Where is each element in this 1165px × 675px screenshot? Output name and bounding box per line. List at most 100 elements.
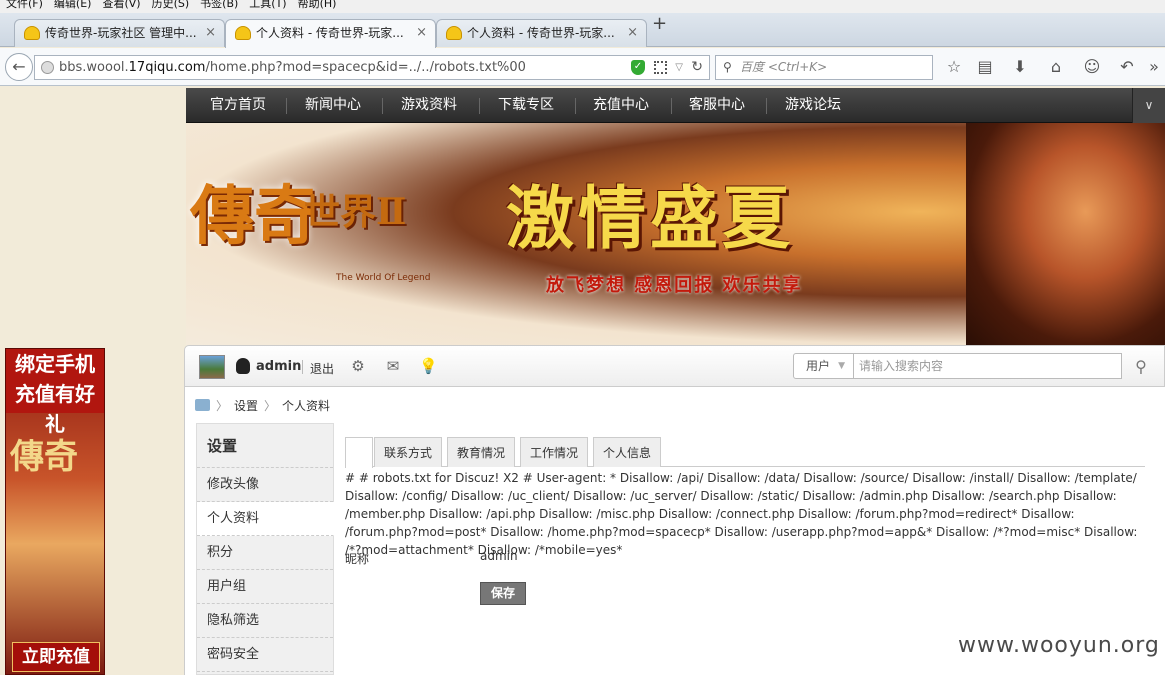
menu-help[interactable]: 帮助(H) [292,0,342,9]
search-placeholder: 百度 <Ctrl+K> [740,60,828,74]
favicon-icon [235,26,251,40]
browser-menubar: 文件(F) 编辑(E) 查看(V) 历史(S) 书签(B) 工具(T) 帮助(H) [0,0,1165,13]
dropdown-icon[interactable]: ▽ [675,56,683,79]
menu-bookmarks[interactable]: 书签(B) [194,0,243,9]
tab-title: 传奇世界-玩家社区 管理中... [45,26,197,40]
sidebar-item-privacy[interactable]: 隐私筛选 [197,604,333,638]
breadcrumb-separator: 〉 [216,399,229,413]
chevron-down-icon[interactable]: ∨ [1132,88,1165,123]
url-domain: 17qiqu.com [128,60,206,75]
nav-divider [286,98,287,114]
menu-file[interactable]: 文件(F) [0,0,48,9]
browser-tabbar: 传奇世界-玩家社区 管理中... × 个人资料 - 传奇世界-玩家... × 个… [0,13,1165,48]
bulb-icon[interactable]: 💡 [419,357,438,375]
menu-history[interactable]: 历史(S) [146,0,195,9]
new-tab-button[interactable]: + [652,13,667,34]
search-type-label: 用户 [806,359,831,373]
site-nav: 官方首页 新闻中心 游戏资料 下载专区 充值中心 客服中心 游戏论坛 ∨ [186,88,1165,123]
sidebar-item-avatar[interactable]: 修改头像 [197,468,333,502]
close-icon[interactable]: × [627,20,638,46]
watermark: www.wooyun.org [958,633,1160,658]
browser-tab[interactable]: 传奇世界-玩家社区 管理中... × [14,19,225,47]
qq-icon[interactable] [236,358,250,374]
star-icon[interactable]: ☆ [941,54,967,80]
reader-icon[interactable]: ▤ [972,54,998,80]
home-icon[interactable]: ⌂ [1043,54,1069,80]
hero-banner: 傳奇 世界Ⅱ The World Of Legend 激情盛夏 放飞梦想 感恩回… [186,123,1165,345]
avatar[interactable] [199,355,225,379]
sidebar-item-password[interactable]: 密码安全 [197,638,333,672]
profile-tabs: 联系方式 教育情况 工作情况 个人信息 [345,437,1145,468]
search-type-select[interactable]: 用户 ▼ [793,353,854,379]
breadcrumb-profile[interactable]: 个人资料 [282,399,330,413]
browser-search-input[interactable]: ⚲ 百度 <Ctrl+K> [715,55,933,80]
nav-item-gameinfo[interactable]: 游戏资料 [401,88,457,123]
nav-divider [479,98,480,114]
favicon-icon [446,26,462,40]
menu-tools[interactable]: 工具(T) [243,0,291,9]
tab-blank[interactable] [345,437,373,468]
sidebar-item-credits[interactable]: 积分 [197,536,333,570]
nav-item-forum[interactable]: 游戏论坛 [785,88,841,123]
home-icon[interactable] [195,399,210,411]
sidebar-item-profile[interactable]: 个人资料 [197,502,334,536]
site-search-input[interactable]: 请输入搜索内容 [853,353,1122,379]
content-area: 〉设置〉个人资料 设置 修改头像 个人资料 积分 用户组 隐私筛选 密码安全 联… [184,387,1165,675]
ad-line1: 绑定手机 [15,352,95,376]
reload-icon[interactable]: ↻ [691,56,703,79]
tab-education[interactable]: 教育情况 [447,437,516,467]
nav-item-download[interactable]: 下载专区 [498,88,554,123]
menu-edit[interactable]: 编辑(E) [48,0,97,9]
settings-icon[interactable]: ⚙ [349,357,367,375]
ad-title: 绑定手机 充值有好礼 [6,349,104,436]
browser-navbar: ← bbs.woool.17qiqu.com/home.php?mod=spac… [0,48,1165,86]
robots-txt-content: # # robots.txt for Discuz! X2 # User-age… [345,471,1138,557]
url-prefix: bbs.woool. [59,60,129,75]
search-icon[interactable]: ⚲ [1130,356,1152,378]
close-icon[interactable]: × [416,20,427,46]
back-icon[interactable]: ← [5,53,33,81]
download-icon[interactable]: ⬇ [1007,54,1033,80]
hero-slogan: 放飞梦想 感恩回报 欢乐共享 [546,275,803,296]
tab-title: 个人资料 - 传奇世界-玩家... [467,26,615,40]
nav-item-news[interactable]: 新闻中心 [305,88,361,123]
nickname-value: admin [480,549,518,563]
mail-icon[interactable]: ✉ [384,357,402,375]
browser-tab[interactable]: 个人资料 - 传奇世界-玩家... × [436,19,647,47]
more-icon[interactable]: » [1145,54,1163,80]
tab-title: 个人资料 - 传奇世界-玩家... [256,26,404,40]
username-link[interactable]: admin [256,359,301,374]
nickname-label: 昵称 [345,552,370,566]
left-ad-banner[interactable]: 绑定手机 充值有好礼 傳奇 立即充值 [5,348,105,675]
qr-icon[interactable] [654,61,667,74]
nav-item-support[interactable]: 客服中心 [689,88,745,123]
breadcrumb: 〉设置〉个人资料 [195,399,330,413]
shield-icon[interactable]: ✓ [631,60,645,75]
hero-character-image [966,123,1165,345]
address-bar[interactable]: bbs.woool.17qiqu.com/home.php?mod=spacec… [34,55,710,80]
url-path: /home.php?mod=spacecp&id=../../robots.tx… [205,60,526,75]
nav-divider [671,98,672,114]
divider [302,360,303,374]
close-icon[interactable]: × [205,20,216,46]
menu-view[interactable]: 查看(V) [96,0,145,9]
tab-work[interactable]: 工作情况 [520,437,589,467]
game-logo-subtitle: The World Of Legend [336,273,431,283]
nav-item-home[interactable]: 官方首页 [210,88,266,123]
breadcrumb-settings[interactable]: 设置 [234,399,258,413]
undo-icon[interactable]: ↶ [1114,54,1140,80]
user-toolbar: admin 退出 ⚙ ✉ 💡 用户 ▼ 请输入搜索内容 ⚲ [184,345,1165,387]
nav-item-recharge[interactable]: 充值中心 [593,88,649,123]
save-button[interactable]: 保存 [480,582,526,605]
tab-contact[interactable]: 联系方式 [374,437,443,467]
globe-icon [41,61,54,74]
tab-personal[interactable]: 个人信息 [593,437,662,467]
chat-icon[interactable]: ☺ [1079,54,1105,80]
chevron-down-icon: ▼ [838,361,845,371]
game-logo-secondary: 世界Ⅱ [304,191,407,233]
logout-link[interactable]: 退出 [310,360,334,377]
browser-tab-active[interactable]: 个人资料 - 传奇世界-玩家... × [225,19,436,48]
recharge-button[interactable]: 立即充值 [12,642,100,672]
search-icon: ⚲ [723,60,732,74]
sidebar-item-usergroup[interactable]: 用户组 [197,570,333,604]
